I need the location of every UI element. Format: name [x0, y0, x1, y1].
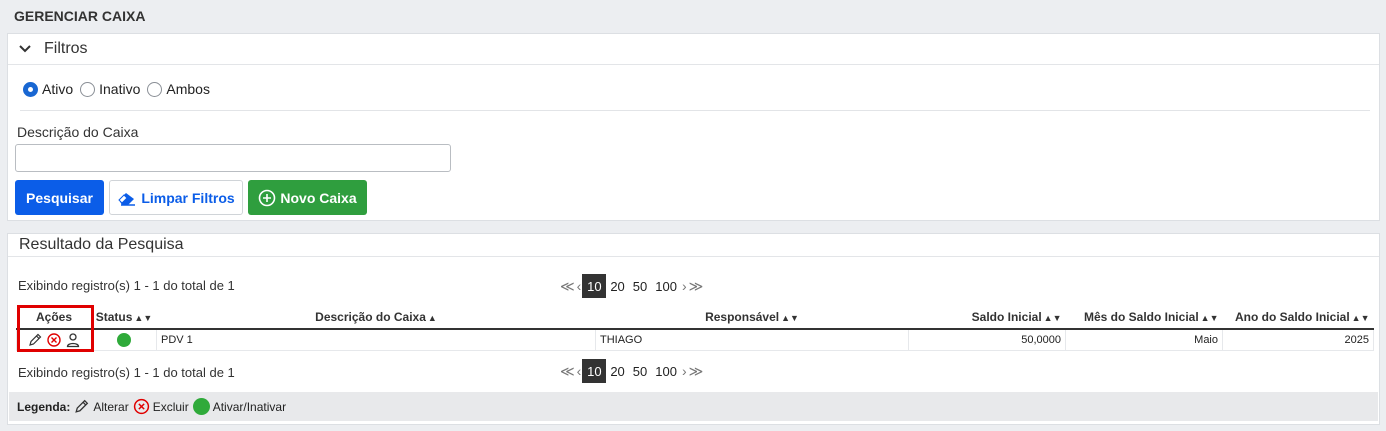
radio-ambos-label: Ambos	[166, 81, 210, 97]
page-size-option[interactable]: 100	[651, 359, 681, 383]
radio-inativo-label: Inativo	[99, 81, 141, 97]
prev-page-icon[interactable]: ‹	[576, 278, 583, 294]
radio-ambos[interactable]: Ambos	[147, 81, 210, 97]
divider	[20, 110, 1370, 111]
chevron-down-icon	[19, 45, 31, 53]
descricao-cell: PDV 1	[156, 328, 596, 351]
user-icon[interactable]	[65, 332, 81, 348]
results-panel: Resultado da Pesquisa Exibindo registro(…	[7, 233, 1380, 425]
results-title: Resultado da Pesquisa	[8, 234, 1379, 257]
col-label: Descrição do Caixa	[315, 310, 426, 324]
sort-icon[interactable]: ▲▼	[781, 313, 799, 323]
responsavel-cell: THIAGO	[595, 328, 909, 351]
col-header-responsavel[interactable]: Responsável ▲▼	[595, 306, 909, 330]
col-header-status[interactable]: Status ▲▼	[91, 306, 157, 330]
description-input[interactable]	[15, 144, 451, 172]
legend-delete: Excluir	[133, 398, 189, 415]
actions-cell	[16, 328, 92, 351]
page-size-option[interactable]: 50	[629, 359, 651, 383]
radio-ambos-button[interactable]	[147, 81, 163, 97]
page-size-option[interactable]: 20	[606, 359, 628, 383]
results-table: Ações Status ▲▼ Descrição do Caixa ▲ Respo…	[16, 306, 1374, 351]
col-label: Ano do Saldo Inicial	[1234, 310, 1350, 324]
status-radio-group: Ativo Inativo Ambos	[23, 81, 217, 97]
pagination-bottom: ≪ ‹ 10 20 50 100 › ≫	[559, 359, 704, 383]
sort-asc-icon[interactable]: ▲	[428, 313, 437, 323]
pencil-icon	[75, 399, 89, 413]
legend: Legenda: Alterar Excluir Ativar/Inativar	[9, 392, 1378, 421]
sort-icon[interactable]: ▲▼	[1201, 313, 1219, 323]
next-page-icon[interactable]: ›	[681, 278, 688, 294]
filters-panel: Filtros Ativo Inativo Ambos Descrição do…	[7, 33, 1380, 221]
radio-ativo[interactable]: Ativo	[23, 81, 73, 97]
first-page-icon[interactable]: ≪	[559, 363, 576, 380]
legend-title: Legenda:	[17, 399, 71, 414]
page-size-option[interactable]: 50	[629, 274, 651, 298]
col-label: Responsável	[705, 310, 780, 324]
col-header-mes[interactable]: Mês do Saldo Inicial ▲▼	[1065, 306, 1223, 330]
col-label: Saldo Inicial	[971, 310, 1042, 324]
page-size-option[interactable]: 100	[651, 274, 681, 298]
legend-delete-label: Excluir	[152, 399, 189, 414]
page-size-current[interactable]: 10	[582, 274, 607, 298]
page-title: GERENCIAR CAIXA	[14, 8, 146, 24]
legend-edit: Alterar	[73, 398, 129, 415]
sort-icon[interactable]: ▲▼	[1352, 313, 1370, 323]
page-size-current[interactable]: 10	[582, 359, 607, 383]
results-info-bottom: Exibindo registro(s) 1 - 1 do total de 1	[18, 365, 235, 380]
eraser-icon	[118, 192, 136, 206]
delete-icon[interactable]	[46, 332, 62, 348]
col-label: Mês do Saldo Inicial	[1083, 310, 1199, 324]
mes-cell: Maio	[1065, 328, 1223, 351]
filters-header[interactable]: Filtros	[8, 34, 1379, 65]
status-active-dot[interactable]	[117, 332, 131, 347]
pencil-icon[interactable]	[27, 332, 43, 348]
col-header-descricao[interactable]: Descrição do Caixa ▲	[156, 306, 596, 330]
col-header-ano[interactable]: Ano do Saldo Inicial ▲▼	[1222, 306, 1374, 330]
radio-inativo-button[interactable]	[80, 81, 96, 97]
first-page-icon[interactable]: ≪	[559, 278, 576, 295]
table-row: PDV 1 THIAGO 50,0000 Maio 2025	[16, 328, 1374, 351]
description-label: Descrição do Caixa	[17, 124, 139, 140]
prev-page-icon[interactable]: ‹	[576, 363, 583, 379]
page-size-option[interactable]: 20	[606, 274, 628, 298]
col-header-acoes: Ações	[16, 306, 92, 330]
plus-circle-icon	[259, 189, 276, 206]
legend-edit-label: Alterar	[93, 399, 129, 414]
clear-filters-label: Limpar Filtros	[141, 189, 235, 206]
col-label: Ações	[35, 310, 73, 324]
radio-ativo-button[interactable]	[23, 81, 38, 97]
last-page-icon[interactable]: ≫	[688, 278, 705, 295]
sort-icon[interactable]: ▲▼	[134, 313, 152, 323]
saldo-cell: 50,0000	[908, 328, 1066, 351]
radio-ativo-label: Ativo	[42, 81, 74, 97]
radio-inativo[interactable]: Inativo	[80, 81, 140, 97]
delete-icon	[133, 398, 149, 415]
col-header-saldo[interactable]: Saldo Inicial ▲▼	[908, 306, 1066, 330]
sort-icon[interactable]: ▲▼	[1044, 313, 1062, 323]
ano-cell: 2025	[1222, 328, 1374, 351]
new-caixa-button[interactable]: Novo Caixa	[248, 180, 367, 215]
legend-toggle-label: Ativar/Inativar	[212, 399, 287, 414]
clear-filters-button[interactable]: Limpar Filtros	[109, 180, 243, 215]
status-cell	[91, 328, 157, 351]
legend-toggle: Ativar/Inativar	[192, 398, 287, 415]
pagination-top: ≪ ‹ 10 20 50 100 › ≫	[559, 274, 704, 298]
filters-title: Filtros	[44, 40, 88, 57]
results-info-top: Exibindo registro(s) 1 - 1 do total de 1	[18, 278, 235, 293]
col-label: Status	[95, 310, 133, 324]
status-active-dot	[192, 398, 210, 415]
new-caixa-label: Novo Caixa	[280, 189, 357, 206]
next-page-icon[interactable]: ›	[681, 363, 688, 379]
search-button-label: Pesquisar	[26, 189, 93, 206]
search-button[interactable]: Pesquisar	[15, 180, 104, 215]
last-page-icon[interactable]: ≫	[688, 363, 705, 380]
